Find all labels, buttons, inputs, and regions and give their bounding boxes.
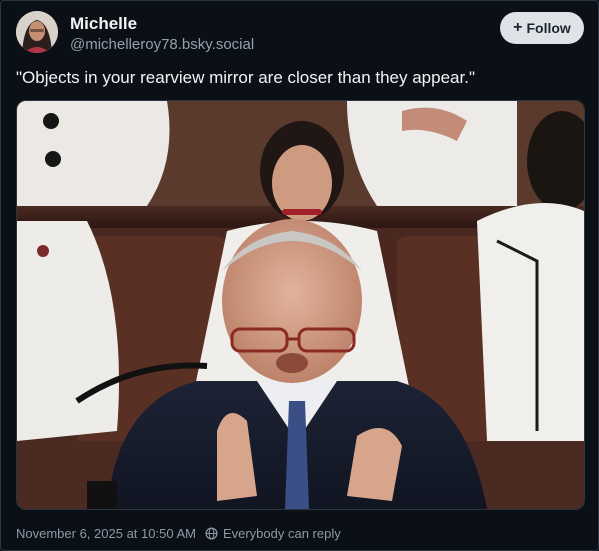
- post-timestamp[interactable]: November 6, 2025 at 10:50 AM: [16, 526, 196, 541]
- reply-setting-label: Everybody can reply: [222, 525, 341, 541]
- avatar-photo-icon: [16, 11, 58, 53]
- reply-setting[interactable]: Everybody can reply: [205, 526, 341, 541]
- follow-button[interactable]: + Follow: [500, 12, 584, 44]
- follow-button-label: Follow: [526, 20, 571, 36]
- post-footer: November 6, 2025 at 10:50 AM Everybody c…: [16, 525, 341, 541]
- avatar[interactable]: [16, 11, 58, 53]
- post-text: "Objects in your rearview mirror are clo…: [16, 68, 475, 87]
- post-photo-illustration: [17, 101, 584, 509]
- globe-icon: [205, 527, 218, 540]
- post-image[interactable]: [16, 100, 585, 510]
- author-handle[interactable]: @michelleroy78.bsky.social: [70, 36, 254, 53]
- display-name[interactable]: Michelle: [70, 14, 137, 34]
- post-card: Michelle @michelleroy78.bsky.social + Fo…: [0, 0, 599, 551]
- post-header: Michelle @michelleroy78.bsky.social + Fo…: [16, 11, 586, 57]
- plus-icon: +: [513, 19, 523, 36]
